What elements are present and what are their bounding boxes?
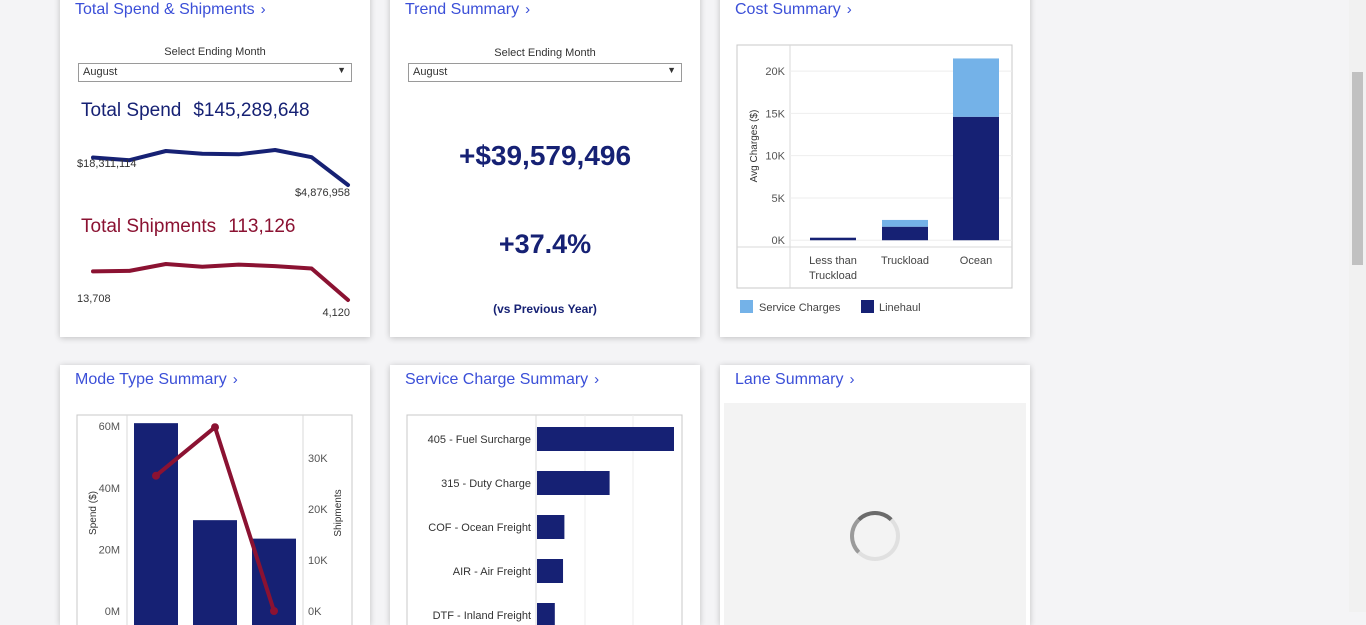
bars <box>134 423 296 625</box>
spend-sparkline: $18,311,114 $4,876,958 <box>77 148 350 199</box>
left-y-tick-label: 40M <box>99 483 120 495</box>
trend-summary-title-link[interactable]: Trend Summary › <box>405 1 530 19</box>
category-label: Less than <box>809 255 857 267</box>
trend-change-percent: +37.4% <box>498 229 592 259</box>
chevron-right-icon: › <box>525 1 531 18</box>
total-spend-label: Total Spend <box>81 100 182 121</box>
service-charge-label: 405 - Fuel Surcharge <box>428 434 531 446</box>
total-shipments-value: 113,126 <box>228 216 296 237</box>
lane-summary-card: Lane Summary › <box>720 365 1030 625</box>
dropdown-arrow-icon: ▼ <box>667 65 676 75</box>
right-y-axis-label: Shipments <box>333 489 344 536</box>
linehaul-bar[interactable] <box>810 237 856 241</box>
mode-type-chart: Spend ($) Shipments 0M 20M 40M 60M 0K 10K 20K 3… <box>76 414 353 625</box>
scrollbar-thumb[interactable] <box>1352 72 1363 265</box>
right-y-tick-label: 30K <box>308 453 328 465</box>
service-charge-bar[interactable] <box>537 559 564 583</box>
service-charges-bar[interactable] <box>953 58 999 117</box>
service-charge-bar[interactable] <box>537 515 565 539</box>
category-label: Ocean <box>960 255 992 267</box>
total-spend-card: Total Spend & Shipments › Select Ending M… <box>60 0 370 337</box>
trend-summary-title: Trend Summary <box>405 1 520 18</box>
ending-month-select[interactable]: August ▼ <box>78 63 352 82</box>
y-tick-label: 0K <box>772 235 786 247</box>
chevron-right-icon: › <box>849 371 855 388</box>
loading-spinner-icon <box>850 511 900 561</box>
shipments-start-label: 13,708 <box>77 293 111 305</box>
ending-month-label: Select Ending Month <box>494 47 596 59</box>
shipments-point[interactable] <box>270 607 278 615</box>
trend-change-amount: +$39,579,496 <box>458 140 632 171</box>
left-y-tick-label: 20M <box>99 544 120 556</box>
y-tick-label: 5K <box>772 193 786 205</box>
legend-service-charges-swatch <box>740 300 753 313</box>
y-axis-label: Avg Charges ($) <box>749 110 760 183</box>
service-charge-label: AIR - Air Freight <box>453 566 531 578</box>
shipments-end-label: 4,120 <box>322 307 350 319</box>
bars: 405 - Fuel Surcharge 315 - Duty Charge COF… <box>428 427 674 625</box>
left-y-tick-label: 60M <box>99 421 120 433</box>
ending-month-value: August <box>83 66 118 78</box>
total-shipments-label: Total Shipments <box>81 216 217 237</box>
legend-linehaul-label: Linehaul <box>879 302 921 314</box>
ending-month-value: August <box>413 66 448 78</box>
left-y-axis-label: Spend ($) <box>88 491 99 535</box>
legend-linehaul-swatch <box>861 300 874 313</box>
ending-month-select[interactable]: August ▼ <box>408 63 682 82</box>
left-y-tick-label: 0M <box>105 606 120 618</box>
shipments-point[interactable] <box>211 423 219 432</box>
spend-bar[interactable] <box>134 423 178 625</box>
service-charge-bar[interactable] <box>537 427 674 451</box>
linehaul-bar[interactable] <box>953 116 999 241</box>
service-charge-summary-card: Service Charge Summary › 405 - Fuel Surch… <box>390 365 700 625</box>
category-label: Truckload <box>809 270 857 282</box>
legend-service-charges-label: Service Charges <box>759 302 841 314</box>
service-charge-label: 315 - Duty Charge <box>441 478 531 490</box>
chevron-right-icon: › <box>260 1 266 18</box>
trend-comparison-note: (vs Previous Year) <box>493 302 597 316</box>
dropdown-arrow-icon: ▼ <box>337 65 346 75</box>
trend-summary-card: Trend Summary › Select Ending Month Augus… <box>390 0 700 337</box>
ending-month-label: Select Ending Month <box>164 46 266 58</box>
mode-type-summary-card: Mode Type Summary › Spend ($) Shipments 0… <box>60 365 370 625</box>
service-charges-bar[interactable] <box>882 219 928 227</box>
service-charge-bar[interactable] <box>537 603 555 625</box>
y-tick-label: 20K <box>765 66 785 78</box>
lane-summary-title: Lane Summary <box>735 371 844 388</box>
spend-bar[interactable] <box>193 520 237 625</box>
spend-start-label: $18,311,114 <box>77 158 137 170</box>
total-spend-kpi: Total Spend $145,289,648 <box>81 100 310 122</box>
total-shipments-kpi: Total Shipments 113,126 <box>81 216 295 238</box>
cost-summary-chart: Avg Charges ($) 0K 5K 10K 15K 20K Less than T… <box>736 44 1013 314</box>
total-spend-title: Total Spend & Shipments <box>75 1 255 18</box>
shipments-trend-line <box>91 262 350 302</box>
bars <box>810 58 999 241</box>
y-tick-label: 10K <box>765 151 785 163</box>
service-charge-chart: 405 - Fuel Surcharge 315 - Duty Charge COF… <box>406 414 683 625</box>
right-y-tick-label: 0K <box>308 606 322 618</box>
shipments-sparkline: 13,708 4,120 <box>77 262 350 319</box>
linehaul-bar[interactable] <box>882 226 928 241</box>
y-axis-ticks: 0K 5K 10K 15K 20K <box>765 66 785 247</box>
lane-summary-title-link[interactable]: Lane Summary › <box>735 371 855 389</box>
right-y-tick-label: 20K <box>308 504 328 516</box>
right-y-tick-label: 10K <box>308 555 328 567</box>
cost-summary-card: Cost Summary › Avg Charges ($) 0K 5K 10K 15K… <box>720 0 1030 337</box>
spend-end-label: $4,876,958 <box>295 187 350 199</box>
page-scrollbar[interactable] <box>1349 0 1366 612</box>
total-spend-title-link[interactable]: Total Spend & Shipments › <box>75 1 266 19</box>
y-tick-label: 15K <box>765 108 785 120</box>
lane-summary-loading-panel <box>724 403 1026 625</box>
category-labels: Less than Truckload Truckload Ocean <box>809 255 992 282</box>
shipments-point[interactable] <box>152 471 160 480</box>
service-charge-bar[interactable] <box>537 471 610 495</box>
total-spend-value: $145,289,648 <box>193 100 310 121</box>
service-charge-label: COF - Ocean Freight <box>428 522 531 534</box>
category-label: Truckload <box>881 255 929 267</box>
